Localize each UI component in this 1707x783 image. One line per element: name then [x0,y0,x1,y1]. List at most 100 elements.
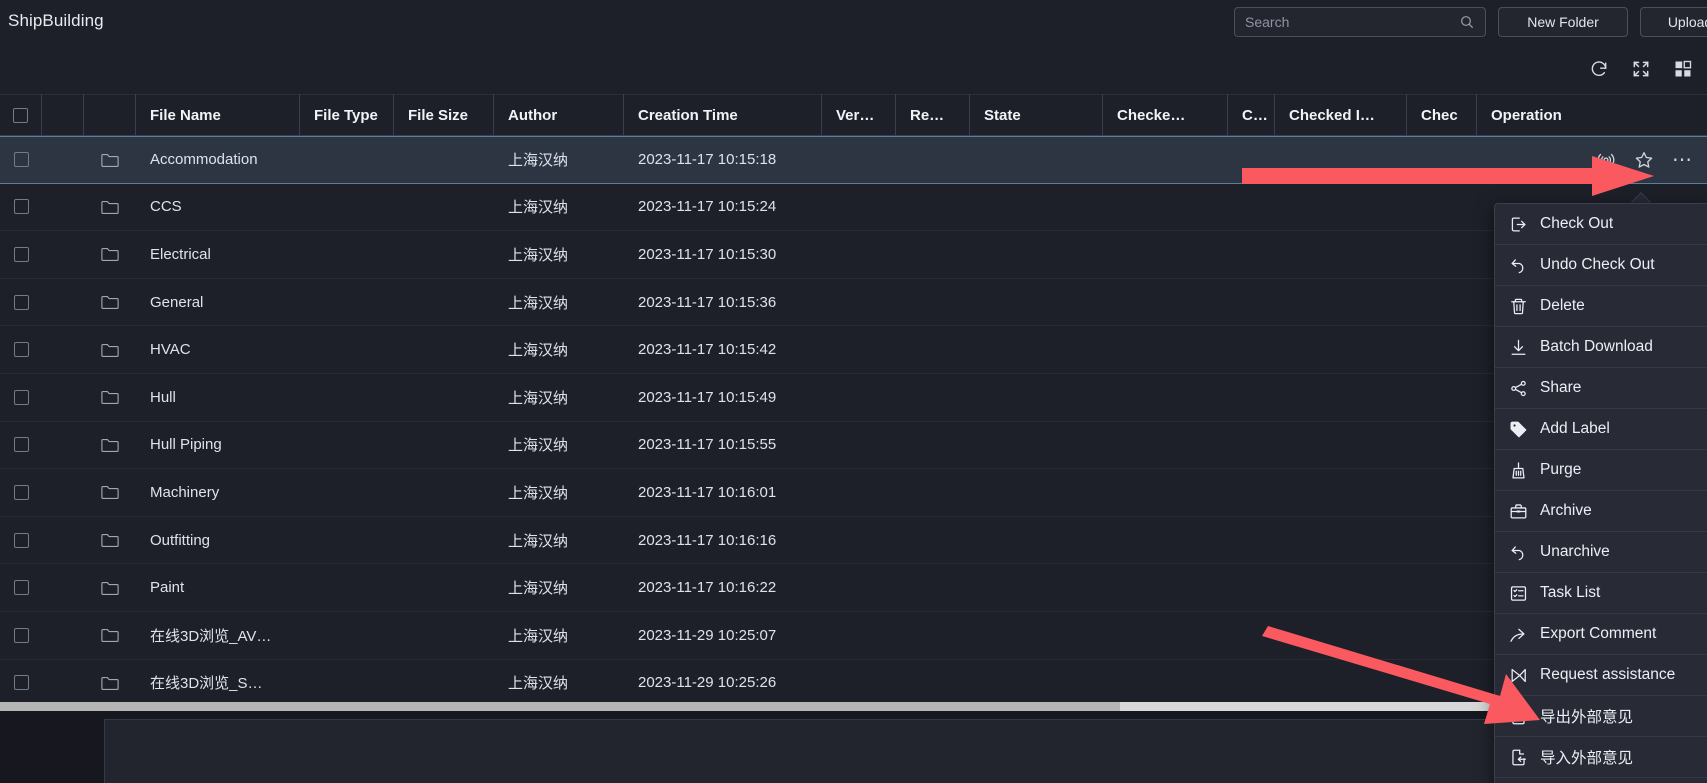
table-row[interactable]: Accommodation 上海汉纳 2023-11-17 10:15:18 ⋯ [0,136,1707,184]
cell-revision [896,184,970,231]
column-header-file_type[interactable]: File Type [300,94,394,136]
menu-item-request-assistance[interactable]: Request assistance [1495,655,1707,696]
broadcast-icon[interactable] [1596,150,1616,170]
cell-state [970,374,1103,421]
menu-item-export-external[interactable]: 导出外部意见 [1495,696,1707,737]
cell-c_col [1228,612,1275,659]
column-header-creation[interactable]: Creation Time [624,94,822,136]
upload-button[interactable]: Upload [1640,7,1707,37]
row-spacer-cell [42,374,84,421]
cell-state [970,517,1103,564]
cell-creation: 2023-11-17 10:15:49 [638,388,777,406]
context-menu: Check Out Undo Check Out Delete Batch Downl… [1494,203,1707,783]
cell-file_type [300,517,394,564]
table-row[interactable]: CCS 上海汉纳 2023-11-17 10:15:24 [0,184,1707,232]
grid-view-icon[interactable] [1673,59,1693,79]
table-row[interactable]: Paint 上海汉纳 2023-11-17 10:16:22 [0,564,1707,612]
table-row[interactable]: Hull Piping 上海汉纳 2023-11-17 10:15:55 [0,422,1707,470]
menu-item-archive[interactable]: Archive [1495,491,1707,532]
table-row[interactable]: General 上海汉纳 2023-11-17 10:15:36 [0,279,1707,327]
menu-item-share[interactable]: Share [1495,368,1707,409]
column-header-operation[interactable]: Operation [1477,94,1707,136]
cell-file_name: 在线3D浏览_S… [150,675,263,693]
menu-item-tag[interactable]: Add Label [1495,409,1707,450]
row-checkbox[interactable] [13,389,29,405]
row-checkbox[interactable] [13,580,29,596]
horizontal-scrollbar-thumb[interactable] [0,702,1120,711]
menu-item-signature[interactable]: 电子签名 [1495,778,1707,783]
cell-revision [896,517,970,564]
more-icon[interactable]: ⋯ [1672,150,1695,170]
cell-c_col [1228,279,1275,326]
row-checkbox[interactable] [13,675,29,691]
new-folder-button[interactable]: New Folder [1498,7,1628,37]
column-header-spacer [42,94,84,136]
refresh-icon[interactable] [1589,59,1609,79]
folder-icon [84,326,136,373]
menu-item-unarchive[interactable]: Unarchive [1495,532,1707,573]
cell-file_size [394,517,494,564]
cell-checked_out [1103,660,1228,707]
column-header-version[interactable]: Ver… [822,94,896,136]
row-checkbox-cell [0,231,42,278]
fullscreen-icon[interactable] [1631,59,1651,79]
table-row[interactable]: 在线3D浏览_S… 上海汉纳 2023-11-29 10:25:26 [0,660,1707,708]
column-header-c_col[interactable]: C… [1228,94,1275,136]
select-all-checkbox[interactable] [13,107,28,123]
column-header-revision[interactable]: Re… [896,94,970,136]
column-header-file_size[interactable]: File Size [394,94,494,136]
column-header-icon [84,94,136,136]
table-row[interactable]: Machinery 上海汉纳 2023-11-17 10:16:01 [0,469,1707,517]
cell-revision [896,469,970,516]
menu-item-trash[interactable]: Delete [1495,286,1707,327]
menu-item-export-comment[interactable]: Export Comment [1495,614,1707,655]
row-checkbox[interactable] [13,152,29,168]
select-all-header [0,94,42,136]
row-checkbox[interactable] [13,484,29,500]
cell-author: 上海汉纳 [508,675,569,693]
cell-file_type [300,279,394,326]
cell-version [822,660,896,707]
star-icon[interactable] [1634,150,1654,170]
cell-file_name: Accommodation [150,151,258,169]
row-checkbox[interactable] [13,532,29,548]
cell-checked_2 [1407,231,1477,278]
table-row[interactable]: Electrical 上海汉纳 2023-11-17 10:15:30 [0,231,1707,279]
cell-creation: 2023-11-17 10:16:22 [638,579,777,597]
row-spacer-cell [42,469,84,516]
row-checkbox[interactable] [13,246,29,262]
horizontal-scrollbar[interactable] [0,702,1707,711]
table-row[interactable]: Outfitting 上海汉纳 2023-11-17 10:16:16 [0,517,1707,565]
row-checkbox-cell [0,564,42,611]
cell-file_type [300,326,394,373]
column-header-checked_out[interactable]: Checke… [1103,94,1228,136]
row-checkbox[interactable] [13,437,29,453]
menu-item-task-list[interactable]: Task List [1495,573,1707,614]
column-header-state[interactable]: State [970,94,1103,136]
row-checkbox-cell [0,517,42,564]
menu-item-download[interactable]: Batch Download [1495,327,1707,368]
cell-file_size [394,326,494,373]
column-header-file_name[interactable]: File Name [136,94,300,136]
menu-item-undo-check-out[interactable]: Undo Check Out [1495,245,1707,286]
search-input[interactable] [1245,14,1459,30]
row-spacer-cell [42,422,84,469]
column-header-checked_in[interactable]: Checked I… [1275,94,1407,136]
table-row[interactable]: HVAC 上海汉纳 2023-11-17 10:15:42 [0,326,1707,374]
column-header-author[interactable]: Author [494,94,624,136]
table-row[interactable]: Hull 上海汉纳 2023-11-17 10:15:49 [0,374,1707,422]
search-box[interactable] [1234,7,1486,37]
cell-file_type [300,422,394,469]
folder-icon [84,469,136,516]
cell-revision [896,137,970,183]
table-row[interactable]: 在线3D浏览_AV… 上海汉纳 2023-11-29 10:25:07 [0,612,1707,660]
column-header-checked_2[interactable]: Chec [1407,94,1477,136]
row-checkbox[interactable] [13,342,29,358]
menu-item-check-out[interactable]: Check Out [1495,204,1707,245]
row-checkbox[interactable] [13,199,29,215]
row-checkbox[interactable] [13,627,29,643]
row-checkbox[interactable] [13,294,29,310]
menu-item-purge[interactable]: Purge [1495,450,1707,491]
cell-c_col [1228,469,1275,516]
menu-item-import-external[interactable]: 导入外部意见 [1495,737,1707,778]
